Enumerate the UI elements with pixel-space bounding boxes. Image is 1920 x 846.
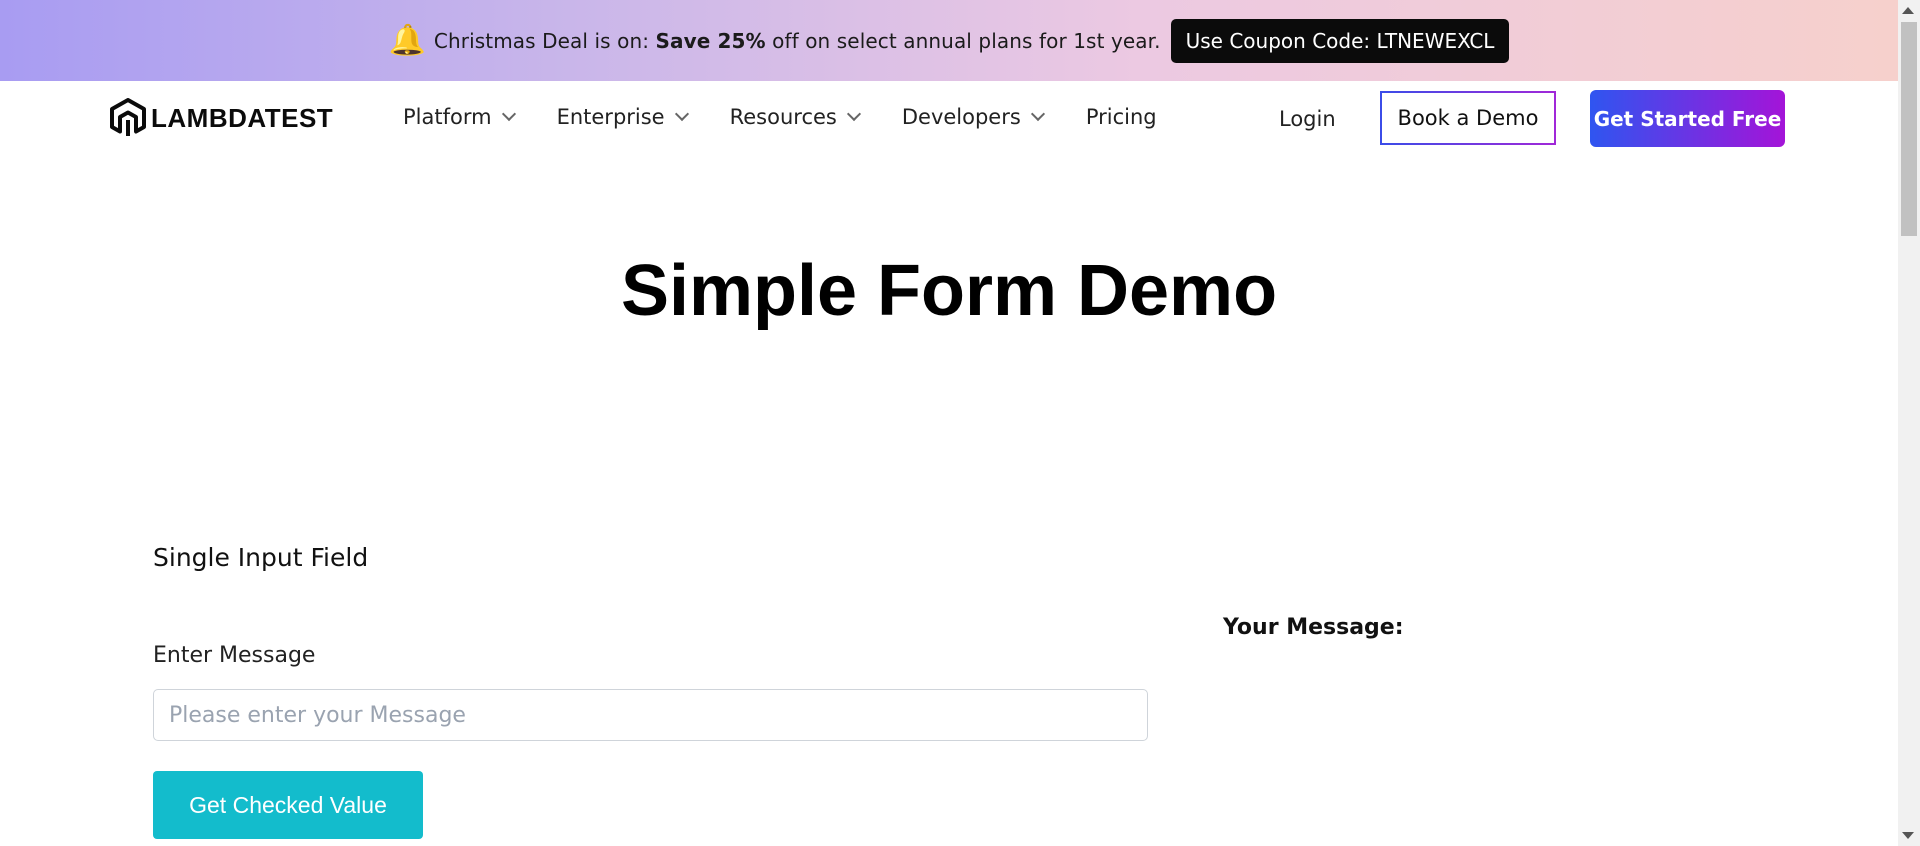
menu-enterprise-label: Enterprise: [556, 105, 665, 129]
chevron-down-icon: [501, 106, 516, 122]
promo-text-suffix: off on select annual plans for 1st year.: [765, 28, 1161, 53]
menu-platform-label: Platform: [403, 105, 492, 129]
menu-resources[interactable]: Resources: [729, 105, 861, 129]
menu-platform[interactable]: Platform: [403, 105, 516, 129]
scroll-down-arrow-icon[interactable]: [1902, 832, 1914, 839]
menu-resources-label: Resources: [729, 105, 837, 129]
promo-text-prefix: Christmas Deal is on:: [433, 28, 656, 53]
menu-enterprise[interactable]: Enterprise: [556, 105, 689, 129]
section-title: Single Input Field: [153, 543, 369, 572]
chevron-down-icon: [1030, 106, 1045, 122]
top-navbar: LAMBDATEST Platform Enterprise Resources…: [0, 81, 1898, 156]
menu-pricing-label: Pricing: [1085, 105, 1157, 129]
promo-banner: 🔔 Christmas Deal is on: Save 25% off on …: [0, 0, 1898, 81]
lambdatest-logo-icon: [110, 98, 146, 136]
book-demo-button[interactable]: Book a Demo: [1380, 91, 1556, 145]
chevron-down-icon: [846, 106, 861, 122]
promo-text: Christmas Deal is on: Save 25% off on se…: [434, 29, 1161, 53]
get-checked-value-button[interactable]: Get Checked Value: [153, 771, 423, 839]
gift-bell-icon: 🔔: [388, 22, 426, 58]
login-link[interactable]: Login: [1279, 107, 1336, 131]
enter-message-label: Enter Message: [153, 643, 316, 668]
logo-text: LAMBDATEST: [151, 102, 334, 133]
message-input[interactable]: [153, 689, 1148, 741]
vertical-scrollbar[interactable]: [1898, 0, 1920, 846]
menu-developers-label: Developers: [901, 105, 1021, 129]
menu-pricing[interactable]: Pricing: [1086, 105, 1157, 129]
lambdatest-logo[interactable]: LAMBDATEST: [110, 98, 333, 138]
scroll-up-arrow-icon[interactable]: [1902, 7, 1914, 14]
your-message-label: Your Message:: [1223, 615, 1404, 640]
page-title: Simple Form Demo: [620, 251, 1278, 331]
main-menu: Platform Enterprise Resources Developers…: [403, 105, 1200, 129]
coupon-code-badge[interactable]: Use Coupon Code: LTNEWEXCL: [1170, 18, 1510, 63]
get-started-free-button[interactable]: Get Started Free: [1590, 90, 1785, 147]
scrollbar-thumb[interactable]: [1901, 22, 1917, 236]
promo-text-bold: Save 25%: [655, 28, 766, 53]
chevron-down-icon: [674, 106, 689, 122]
menu-developers[interactable]: Developers: [901, 105, 1045, 129]
